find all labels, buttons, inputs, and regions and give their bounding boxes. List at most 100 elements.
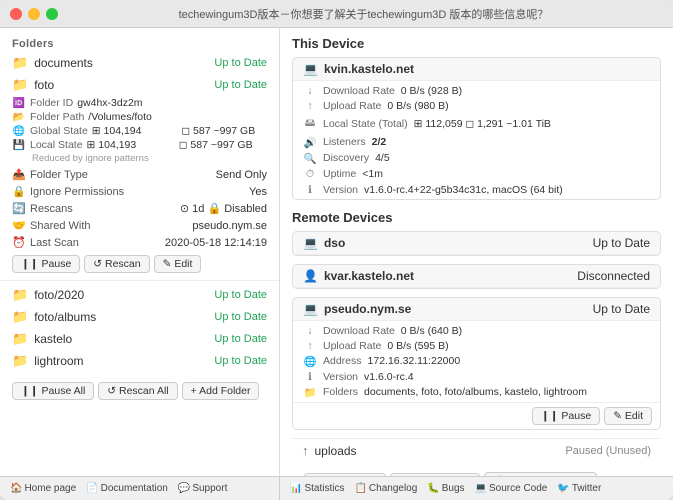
listeners-value: 2/2 [372,136,387,148]
close-button[interactable] [10,8,22,20]
support-icon: 💬 [178,483,190,494]
source-icon: 💻 [475,483,487,494]
rescan-button[interactable]: ↺ Rescan [84,255,149,273]
left-bottom-buttons: ❙❙ Pause All ↺ Rescan All + Add Folder [0,378,279,404]
add-folder-button[interactable]: + Add Folder [182,382,260,400]
doc-icon: 📄 [86,483,98,494]
this-device-block: 💻 kvin.kastelo.net ↓ Download Rate 0 B/s… [292,57,661,200]
left-scroll: Folders 📁 documents Up to Date 📁 foto Up… [0,28,279,476]
remote-pseudo-icon: 💻 [303,302,318,316]
remote-device-pseudo: 💻 pseudo.nym.se Up to Date ↓ Download Ra… [292,297,661,430]
pseudo-address-icon: 🌐 [303,355,317,368]
pseudo-address-value: 172.16.32.11:22000 [368,355,461,367]
remote-pseudo-status: Up to Date [593,302,650,316]
pseudo-pause-button[interactable]: ❙❙ Pause [532,407,600,425]
remote-dso-header[interactable]: 💻 dso Up to Date [293,232,660,255]
uptime-label: Uptime [323,168,356,180]
remote-kvar-status: Disconnected [577,269,650,283]
folder-lightroom-status: Up to Date [214,355,267,367]
meta-shared-with: 🤝 Shared With pseudo.nym.se [0,217,279,234]
this-device-icon: 💻 [303,62,318,76]
remote-devices-title: Remote Devices [292,210,661,225]
folder-kastelo[interactable]: 📁 kastelo Up to Date [0,328,279,350]
pseudo-upload-value: 0 B/s (595 B) [387,340,448,352]
meta-ignore-perms: 🔒 Ignore Permissions Yes [0,183,279,200]
local-state-label: Local State [30,139,83,151]
footer-documentation[interactable]: 📄 Documentation [82,481,172,496]
meta-global-state: 🌐 Global State ⊞ 104,194 ◻ 587 ~997 GB [0,124,279,138]
discovery-value: 4/5 [375,152,390,164]
pseudo-address: 🌐 Address 172.16.32.11:22000 [303,353,650,369]
folder-type-label: Folder Type [30,169,212,181]
footer-homepage[interactable]: 🏠 Home page [6,481,80,496]
remote-bottom-buttons: ❙❙ Pause All ▶▶ Resume All 🕐 Recent Chan… [292,468,661,476]
local-state-extra: ◻ 587 ~997 GB [179,139,267,151]
minimize-button[interactable] [28,8,40,20]
discovery-label: Discovery [323,152,369,164]
folder-foto[interactable]: 📁 foto Up to Date [0,74,279,96]
rescans-label: Rescans [30,203,176,215]
this-device-upload: ↑ Upload Rate 0 B/s (980 B) [303,98,650,113]
folder-foto2020-name: foto/2020 [34,288,208,302]
remote-pseudo-name: pseudo.nym.se [324,302,587,316]
home-icon: 🏠 [10,483,22,494]
uploads-status: Paused (Unused) [565,445,651,457]
remote-pseudo-header[interactable]: 💻 pseudo.nym.se Up to Date [293,298,660,321]
footer: 🏠 Home page 📄 Documentation 💬 Support 📊 … [0,476,673,500]
maximize-button[interactable] [46,8,58,20]
folder-id-value: gw4hx-3dz2m [77,97,267,109]
edit-button[interactable]: ✎ Edit [154,255,202,273]
uploads-name: uploads [315,444,560,458]
main-content: Folders 📁 documents Up to Date 📁 foto Up… [0,28,673,476]
this-device-header: 💻 kvin.kastelo.net [293,58,660,81]
global-state-extra: ◻ 587 ~997 GB [181,125,267,137]
folder-icon: 📁 [12,77,28,93]
shared-with-label: Shared With [30,220,188,232]
this-device-name: kvin.kastelo.net [324,62,650,76]
footer-right: 📊 Statistics 📋 Changelog 🐛 Bugs 💻 Source… [280,477,673,500]
folder-path-label: Folder Path [30,111,84,123]
meta-last-scan: ⏰ Last Scan 2020-05-18 12:14:19 [0,234,279,251]
app-window: techewingum3D版本－你想要了解关于techewingum3D 版本的… [0,0,673,500]
footer-statistics[interactable]: 📊 Statistics [286,481,348,496]
remote-kvar-header[interactable]: 👤 kvar.kastelo.net Disconnected [293,265,660,288]
folder-foto2020[interactable]: 📁 foto/2020 Up to Date [0,284,279,306]
meta-rescans: 🔄 Rescans ⊙ 1d 🔒 Disabled [0,200,279,217]
discovery-icon: 🔍 [303,152,317,165]
folder-fotoalbums[interactable]: 📁 foto/albums Up to Date [0,306,279,328]
this-device-meta: ↓ Download Rate 0 B/s (928 B) ↑ Upload R… [293,81,660,199]
global-state-icon: 🌐 [12,126,26,137]
footer-changelog-label: Changelog [369,483,417,494]
uploads-row[interactable]: ↑ uploads Paused (Unused) [292,438,661,462]
window-title: techewingum3D版本－你想要了解关于techewingum3D 版本的… [64,6,663,22]
pause-button[interactable]: ❙❙ Pause [12,255,80,273]
remote-kvar-name: kvar.kastelo.net [324,269,571,283]
pseudo-buttons: ❙❙ Pause ✎ Edit [293,402,660,429]
folder-path-value: /Volumes/foto [88,111,267,123]
footer-left: 🏠 Home page 📄 Documentation 💬 Support [0,477,280,500]
right-scroll: This Device 💻 kvin.kastelo.net ↓ Downloa… [280,28,673,476]
pause-all-button[interactable]: ❙❙ Pause All [12,382,94,400]
uptime-icon: ⏱ [303,168,317,181]
footer-changelog[interactable]: 📋 Changelog [350,481,421,496]
footer-source-code[interactable]: 💻 Source Code [471,481,552,496]
folder-lightroom[interactable]: 📁 lightroom Up to Date [0,350,279,372]
folder-documents[interactable]: 📁 documents Up to Date [0,52,279,74]
remote-dso-icon: 💻 [303,236,318,250]
rescan-all-button[interactable]: ↺ Rescan All [98,382,177,400]
folder-kastelo-status: Up to Date [214,333,267,345]
footer-support[interactable]: 💬 Support [174,481,231,496]
titlebar: techewingum3D版本－你想要了解关于techewingum3D 版本的… [0,0,673,28]
footer-bugs[interactable]: 🐛 Bugs [423,481,468,496]
download-value: 0 B/s (928 B) [401,85,462,97]
pseudo-folders-label: Folders [323,386,358,398]
footer-twitter[interactable]: 🐦 Twitter [553,481,605,496]
folder-icon: 📁 [12,287,28,303]
this-device-title: This Device [292,36,661,51]
version-value: v1.6.0-rc.4+22-g5b34c31c, macOS (64 bit) [364,184,563,196]
this-device-uptime: ⏱ Uptime <1m [303,166,650,182]
this-device-local-state: 🖴 Local State (Total) ⊞ 112,059 ◻ 1,291 … [303,113,650,134]
rescans-icon: 🔄 [12,202,26,215]
pseudo-edit-button[interactable]: ✎ Edit [604,407,652,425]
last-scan-label: Last Scan [30,237,161,249]
